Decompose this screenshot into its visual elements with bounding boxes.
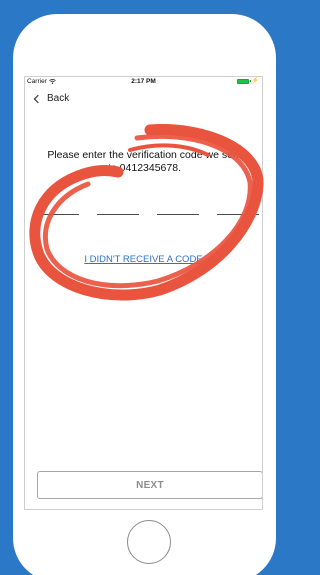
instruction-line-2: to 0412345678. [108, 162, 181, 174]
battery-status: ⚡ [236, 78, 259, 84]
chevron-left-icon [33, 94, 43, 104]
code-digit-input-4[interactable] [217, 214, 259, 215]
status-time: 2:17 PM [131, 78, 156, 85]
battery-tip-icon [249, 80, 251, 82]
next-button[interactable]: NEXT [37, 471, 262, 499]
next-label: NEXT [136, 479, 164, 491]
back-label: Back [47, 93, 70, 104]
verification-code-fields [37, 214, 262, 218]
status-bar: Carrier 2:17 PM ⚡ [25, 77, 262, 87]
navigation-bar: Back [25, 89, 262, 111]
battery-icon [236, 78, 249, 84]
app-mockup-stage: Carrier 2:17 PM ⚡ Back Please enter the … [0, 0, 287, 575]
verification-instruction: Please enter the verification code we se… [33, 149, 256, 175]
back-button[interactable]: Back [33, 93, 70, 104]
instruction-line-1: Please enter the verification code we se… [47, 149, 242, 161]
phone-screen: Carrier 2:17 PM ⚡ Back Please enter the … [24, 76, 263, 510]
code-digit-input-1[interactable] [37, 214, 79, 215]
charging-icon: ⚡ [251, 78, 259, 84]
resend-code-link[interactable]: I DIDN'T RECEIVE A CODE [25, 254, 262, 265]
home-button[interactable] [127, 520, 171, 564]
code-digit-input-3[interactable] [157, 214, 199, 215]
code-digit-input-2[interactable] [97, 214, 139, 215]
